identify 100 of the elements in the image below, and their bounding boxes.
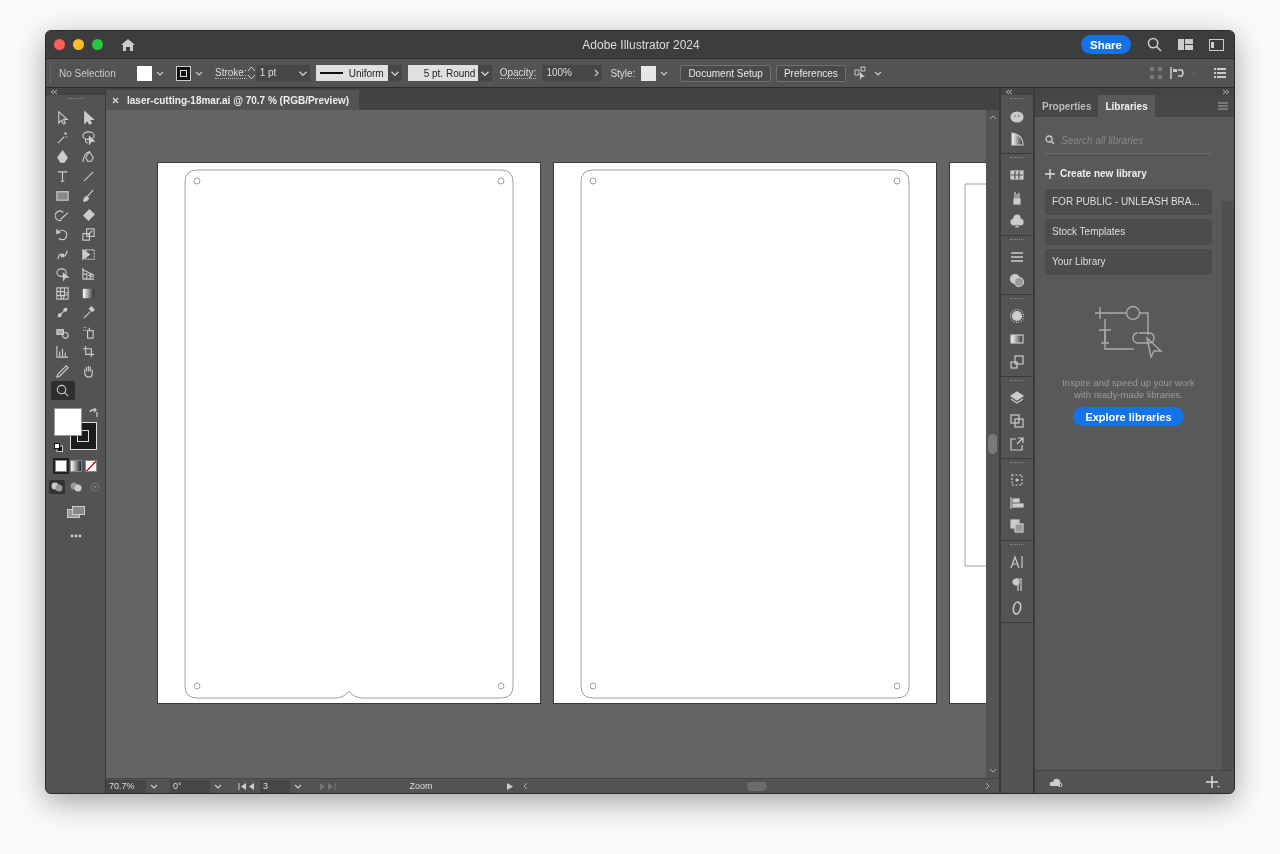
stroke-swatch[interactable] <box>176 65 191 81</box>
stroke-label[interactable]: Stroke: <box>215 67 247 79</box>
collapse-icon[interactable] <box>50 88 58 95</box>
stroke-lines-icon[interactable] <box>1009 249 1025 265</box>
bar-chart-icon <box>55 344 70 359</box>
layers-icon[interactable] <box>1009 390 1025 406</box>
home-icon[interactable] <box>120 37 136 52</box>
fill-swatch[interactable] <box>137 65 152 81</box>
spinner-icon[interactable] <box>246 65 256 81</box>
artboards-icon[interactable] <box>1009 413 1025 429</box>
sun-icon[interactable] <box>1009 308 1025 324</box>
opacity-label[interactable]: Opacity: <box>499 67 537 79</box>
zoom-level-field[interactable]: 70.7% <box>106 779 146 793</box>
selection-arrow-icon <box>55 110 70 125</box>
opacity-field[interactable]: 100% <box>542 65 591 81</box>
library-item[interactable]: FOR PUBLIC - UNLEASH BRA... <box>1045 189 1212 215</box>
character-icon[interactable] <box>1009 554 1025 570</box>
stroke-profile-dropdown[interactable]: Uniform <box>315 65 388 81</box>
draw-normal-icon[interactable] <box>48 479 65 494</box>
lasso-icon <box>81 129 96 145</box>
none-mode-button[interactable] <box>84 459 97 472</box>
expand-icon[interactable] <box>1222 88 1230 95</box>
perspective-grid-icon <box>81 266 96 281</box>
palette-icon[interactable] <box>1009 108 1025 124</box>
gradient-icon[interactable] <box>1009 331 1025 347</box>
scroll-right-icon[interactable] <box>985 782 991 790</box>
current-tool-label: Zoom <box>408 781 434 791</box>
toolbar-button[interactable]: Preferences <box>775 64 846 82</box>
window-title: Adobe Illustrator 2024 <box>581 37 701 52</box>
paragraph-icon[interactable] <box>1009 577 1025 593</box>
default-colors-icon[interactable] <box>53 442 63 452</box>
rotate-icon <box>55 227 70 242</box>
align-icon[interactable] <box>1009 495 1025 511</box>
swatches-icon[interactable] <box>1009 167 1025 183</box>
panel-tab[interactable]: Properties <box>1035 95 1099 117</box>
rectangle-icon <box>55 188 70 203</box>
eraser-icon <box>81 207 96 223</box>
scroll-thumb[interactable] <box>746 781 767 791</box>
scale-icon <box>81 227 96 242</box>
eyedropper-icon <box>81 305 96 320</box>
toolbar-button[interactable]: Document Setup <box>680 64 771 82</box>
zoom-button[interactable] <box>92 39 103 50</box>
pen-icon <box>55 149 70 164</box>
stroke-weight-field[interactable]: 1 pt <box>255 65 296 81</box>
list-menu-icon[interactable] <box>1214 68 1226 78</box>
style-label: Style: <box>610 67 636 79</box>
color-mode-button[interactable] <box>54 459 67 472</box>
free-transform-icon <box>81 246 96 262</box>
screen-mode-icon[interactable] <box>66 505 85 518</box>
artboard-icon <box>81 344 96 359</box>
shape-builder-icon <box>55 266 70 281</box>
scrollbar-track[interactable] <box>1222 201 1234 770</box>
transform-squares-icon[interactable] <box>1009 354 1025 370</box>
cloud-icon[interactable] <box>1049 777 1063 787</box>
scroll-left-icon[interactable] <box>522 782 528 790</box>
export-icon[interactable] <box>1009 436 1025 452</box>
scroll-down-icon[interactable] <box>988 768 997 774</box>
plus-icon[interactable] <box>1206 776 1220 788</box>
fill-stroke-swatches[interactable] <box>52 407 99 452</box>
close-button[interactable] <box>54 39 65 50</box>
align-options-icon[interactable] <box>1170 66 1186 80</box>
explore-libraries-button[interactable]: Explore libraries <box>1073 407 1184 426</box>
overlapping-circles-icon[interactable] <box>1009 272 1025 288</box>
chevron-right-icon[interactable] <box>590 65 603 81</box>
panel-tab[interactable]: Libraries <box>1098 95 1155 117</box>
search-icon[interactable] <box>1147 37 1162 52</box>
scroll-up-icon[interactable] <box>988 114 997 120</box>
more-icon[interactable] <box>69 533 82 538</box>
style-swatch[interactable] <box>641 65 657 81</box>
artboard-number-field[interactable]: 3 <box>260 779 290 793</box>
club-icon[interactable] <box>1009 213 1025 229</box>
swap-arrow-icon[interactable] <box>88 407 99 418</box>
type-icon <box>55 168 70 184</box>
close-icon[interactable] <box>112 96 119 104</box>
pathfinder-icon[interactable] <box>1009 518 1025 534</box>
brush-dropdown[interactable]: 5 pt. Round <box>407 65 478 81</box>
tool-button[interactable] <box>50 381 75 400</box>
library-item[interactable]: Stock Templates <box>1045 219 1212 245</box>
share-button[interactable]: Share <box>1081 35 1131 54</box>
minimize-button[interactable] <box>73 39 84 50</box>
search-icon <box>1045 135 1055 145</box>
collapse-icon[interactable] <box>1005 88 1013 95</box>
scroll-thumb[interactable] <box>988 434 997 454</box>
window-panel-icon[interactable] <box>1209 38 1224 51</box>
document-title: laser-cutting-18mar.ai @ 70.7 % (RGB/Preview) <box>127 94 350 106</box>
paintbrush-icon <box>81 188 96 203</box>
library-item[interactable]: Your Library <box>1045 249 1212 275</box>
magic-wand-icon <box>55 129 70 145</box>
rotation-field[interactable]: 0° <box>170 779 210 793</box>
create-library-button[interactable]: Create new library <box>1045 168 1212 179</box>
pencil-icon <box>55 363 70 379</box>
selection-status: No Selection <box>59 67 117 79</box>
spray-can-icon <box>81 324 96 340</box>
gradient-mode-button[interactable] <box>69 459 82 472</box>
first-artboard-icon[interactable] <box>238 781 247 791</box>
play-icon[interactable] <box>506 781 514 791</box>
grid-dots-icon[interactable] <box>1150 67 1162 79</box>
workspace-layout-icon[interactable] <box>1178 39 1193 50</box>
transform-icon[interactable] <box>1009 472 1025 488</box>
document-tab[interactable]: laser-cutting-18mar.ai @ 70.7 % (RGB/Preview) <box>106 90 360 110</box>
